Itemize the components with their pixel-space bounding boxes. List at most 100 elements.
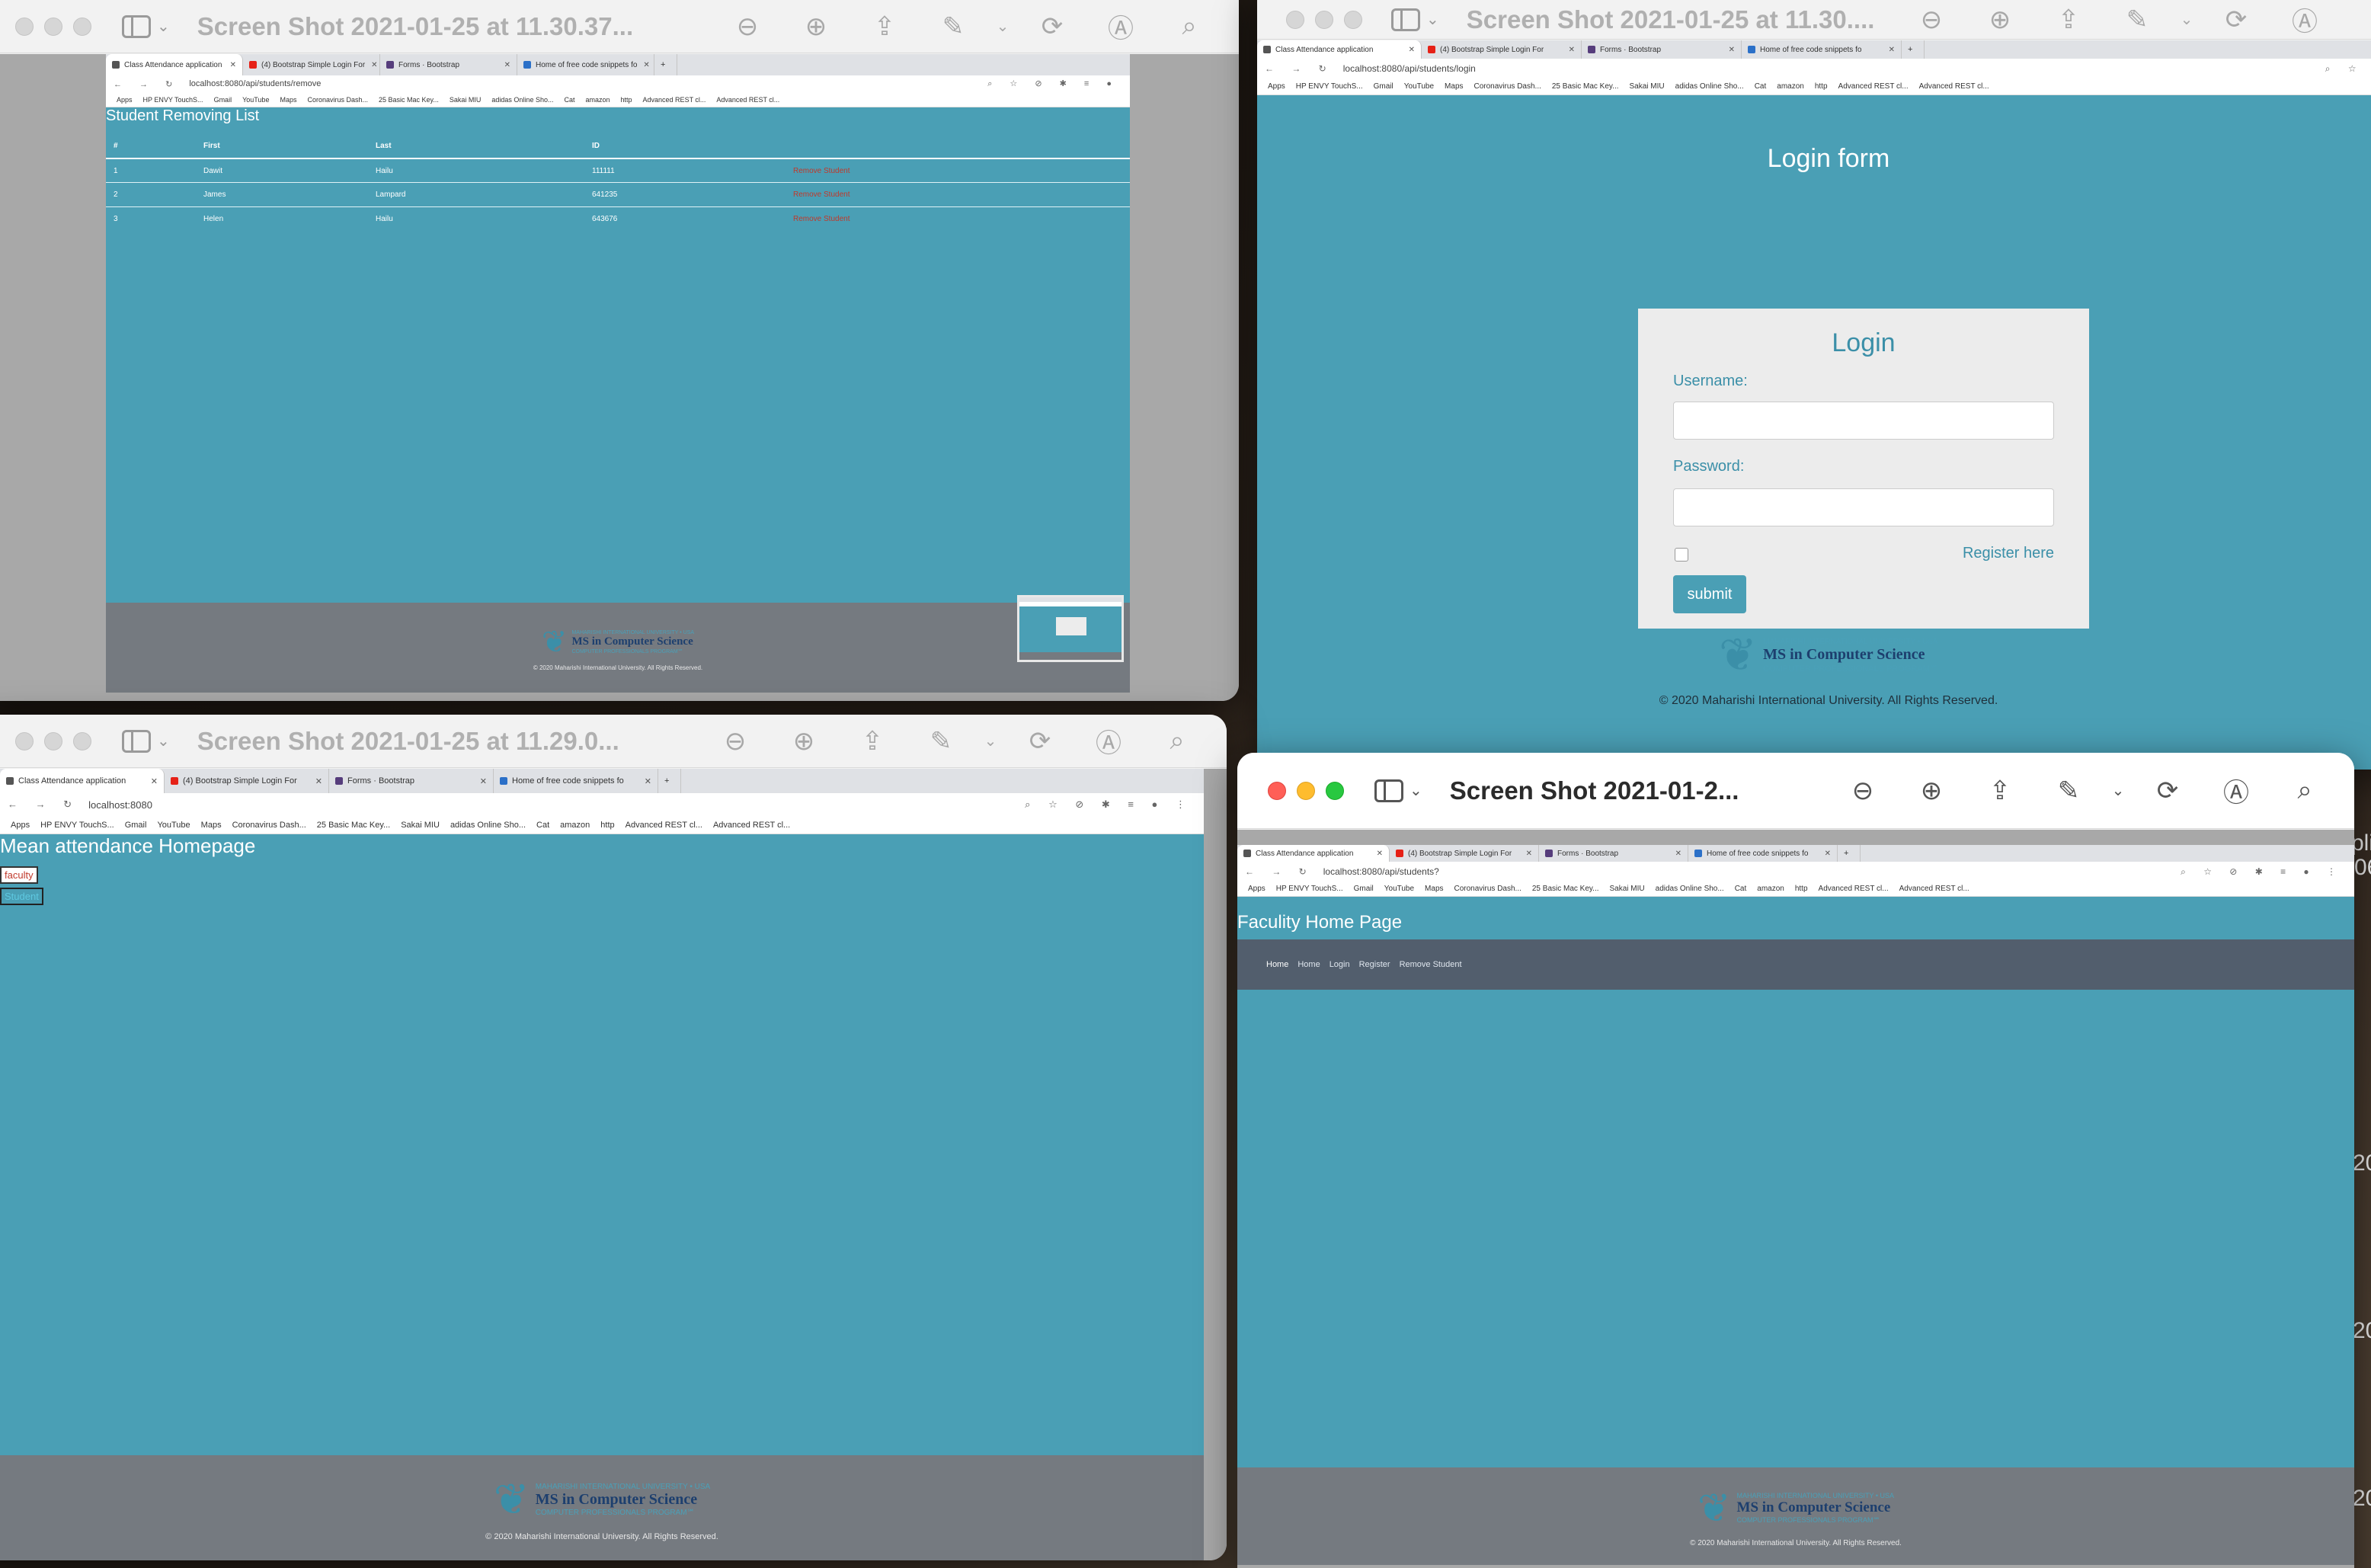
rotate-icon[interactable]: ⟳ <box>1006 722 1074 760</box>
remove-student-link[interactable]: Remove Student <box>793 215 850 223</box>
tab-code-snippets[interactable]: Home of free code snippets fo ✕ <box>517 54 654 75</box>
window-titlebar[interactable]: ⌄ Screen Shot 2021-01-25 at 11.30.37... … <box>0 0 1239 53</box>
bookmark[interactable]: http <box>1815 82 1828 91</box>
close-window-button[interactable] <box>1268 781 1286 800</box>
tab-class-attendance[interactable]: Class Attendance application ✕ <box>106 54 243 75</box>
nav-arrows-icon[interactable]: ← → ↻ <box>1265 63 1334 74</box>
window-titlebar[interactable]: ⌄ Screen Shot 2021-01-25 at 11.29.0... ⊖… <box>0 715 1227 768</box>
bookmark[interactable]: Coronavirus Dash... <box>1454 885 1521 893</box>
minimize-window-button[interactable] <box>44 731 62 750</box>
student-button[interactable]: Student <box>0 888 43 905</box>
chevron-down-icon[interactable]: ⌄ <box>1426 10 1439 29</box>
chevron-down-icon[interactable]: ⌄ <box>157 17 170 36</box>
chevron-down-icon[interactable]: ⌄ <box>1409 781 1422 800</box>
bookmark[interactable]: Cat <box>1735 885 1747 893</box>
chevron-down-icon[interactable]: ⌄ <box>975 722 1006 760</box>
url-field[interactable]: localhost:8080 <box>88 799 152 811</box>
tab-bootstrap-login[interactable]: (4) Bootstrap Simple Login For ✕ <box>165 769 329 793</box>
nav-arrows-icon[interactable]: ← → ↻ <box>1245 866 1314 877</box>
bookmark[interactable]: Cat <box>536 821 549 830</box>
minimize-window-button[interactable] <box>44 17 62 36</box>
bookmark[interactable]: Advanced REST cl... <box>1819 885 1889 893</box>
url-field[interactable]: localhost:8080/api/students/remove <box>189 79 321 88</box>
window-titlebar[interactable]: ⌄ Screen Shot 2021-01-25 at 11.30.... ⊖ … <box>1257 0 2371 40</box>
nav-arrows-icon[interactable]: ← → ↻ <box>8 798 79 811</box>
bookmark[interactable]: Advanced REST cl... <box>716 96 779 104</box>
zoom-in-icon[interactable]: ⊕ <box>1897 772 1966 810</box>
bookmark[interactable]: YouTube <box>1404 82 1434 91</box>
remove-student-link[interactable]: Remove Student <box>793 167 850 175</box>
pencil-icon[interactable]: ✎ <box>907 722 975 760</box>
bookmark[interactable]: 25 Basic Mac Key... <box>317 821 390 830</box>
close-tab-icon[interactable]: ✕ <box>1371 850 1383 858</box>
pencil-icon[interactable]: ✎ <box>2103 1 2171 39</box>
preview-window-login[interactable]: ⌄ Screen Shot 2021-01-25 at 11.30.... ⊖ … <box>1257 0 2371 770</box>
preview-window-faculty[interactable]: ⌄ Screen Shot 2021-01-2... ⊖ ⊕ ⇪ ✎ ⌄ ⟳ Ⓐ… <box>1237 753 2354 1568</box>
tab-code-snippets[interactable]: Home of free code snippets fo ✕ <box>1742 40 1902 59</box>
browser-actions-icon[interactable]: ⌕ ☆ ⊘ ✱ ≡ ● ⋮ <box>2181 866 2344 878</box>
close-window-button[interactable] <box>15 17 34 36</box>
remove-student-link[interactable]: Remove Student <box>793 190 850 199</box>
chevron-down-icon[interactable]: ⌄ <box>2103 772 2133 810</box>
preview-window-remove[interactable]: ⌄ Screen Shot 2021-01-25 at 11.30.37... … <box>0 0 1239 701</box>
zoom-in-icon[interactable]: ⊕ <box>782 8 850 46</box>
window-titlebar[interactable]: ⌄ Screen Shot 2021-01-2... ⊖ ⊕ ⇪ ✎ ⌄ ⟳ Ⓐ… <box>1237 753 2354 829</box>
nav-login[interactable]: Login <box>1329 960 1350 969</box>
close-window-button[interactable] <box>1286 10 1304 29</box>
browser-actions-icon[interactable]: ⌕ ☆ ⊘ <box>2325 63 2371 75</box>
pencil-icon[interactable]: ✎ <box>919 8 987 46</box>
bookmark[interactable]: Maps <box>280 96 296 104</box>
search-icon[interactable]: ⌕ <box>1155 8 1224 46</box>
pencil-icon[interactable]: ✎ <box>2034 772 2103 810</box>
share-icon[interactable]: ⇪ <box>850 8 919 46</box>
register-link[interactable]: Register here <box>1963 545 2054 562</box>
new-tab-button[interactable]: + <box>1838 845 1861 862</box>
rotate-icon[interactable]: ⟳ <box>2133 772 2202 810</box>
close-tab-icon[interactable]: ✕ <box>638 776 651 786</box>
close-tab-icon[interactable]: ✕ <box>498 61 510 69</box>
sidebar-toggle-icon[interactable] <box>122 729 151 753</box>
close-tab-icon[interactable]: ✕ <box>1669 850 1681 858</box>
bookmark[interactable]: Sakai MIU <box>1630 82 1665 91</box>
nav-brand-home[interactable]: Home <box>1266 960 1288 969</box>
tab-bootstrap-login[interactable]: (4) Bootstrap Simple Login For ✕ <box>1422 40 1582 59</box>
tab-class-attendance[interactable]: Class Attendance application ✕ <box>0 769 165 793</box>
zoom-window-button[interactable] <box>1326 781 1344 800</box>
username-input[interactable] <box>1673 402 2054 440</box>
close-tab-icon[interactable]: ✕ <box>224 61 236 69</box>
close-tab-icon[interactable]: ✕ <box>474 776 487 786</box>
close-tab-icon[interactable]: ✕ <box>637 61 649 69</box>
tab-forms-bootstrap[interactable]: Forms · Bootstrap ✕ <box>329 769 494 793</box>
url-field[interactable]: localhost:8080/api/students/login <box>1343 63 1476 74</box>
bookmark[interactable]: 25 Basic Mac Key... <box>1552 82 1619 91</box>
address-bar[interactable]: ← → ↻ localhost:8080/api/students/login … <box>1257 59 2371 78</box>
zoom-out-icon[interactable]: ⊖ <box>701 722 770 760</box>
share-icon[interactable]: ⇪ <box>2034 1 2103 39</box>
bookmark[interactable]: Gmail <box>1374 82 1393 91</box>
close-tab-icon[interactable]: ✕ <box>1723 46 1735 54</box>
bookmark[interactable]: Advanced REST cl... <box>626 821 702 830</box>
screenshot-thumbnail[interactable] <box>1017 595 1124 662</box>
bookmark[interactable]: 25 Basic Mac Key... <box>1532 885 1599 893</box>
bookmark[interactable]: Advanced REST cl... <box>643 96 706 104</box>
address-bar[interactable]: ← → ↻ localhost:8080/api/students/remove… <box>106 75 1130 92</box>
close-window-button[interactable] <box>15 731 34 750</box>
close-tab-icon[interactable]: ✕ <box>1403 46 1415 54</box>
bookmark[interactable]: Sakai MIU <box>1610 885 1645 893</box>
bookmark[interactable]: Advanced REST cl... <box>1838 82 1909 91</box>
bookmark[interactable]: Apps <box>117 96 133 104</box>
bookmark[interactable]: adidas Online Sho... <box>491 96 553 104</box>
bookmark[interactable]: HP ENVY TouchS... <box>1276 885 1343 893</box>
close-tab-icon[interactable]: ✕ <box>309 776 322 786</box>
zoom-window-button[interactable] <box>1344 10 1362 29</box>
minimize-window-button[interactable] <box>1297 781 1315 800</box>
bookmark[interactable]: adidas Online Sho... <box>1675 82 1744 91</box>
bookmark[interactable]: Cat <box>564 96 574 104</box>
zoom-in-icon[interactable]: ⊕ <box>770 722 838 760</box>
bookmark[interactable]: HP ENVY TouchS... <box>143 96 203 104</box>
preview-window-home[interactable]: ⌄ Screen Shot 2021-01-25 at 11.29.0... ⊖… <box>0 715 1227 1560</box>
bookmark[interactable]: Advanced REST cl... <box>1919 82 1989 91</box>
bookmark[interactable]: Coronavirus Dash... <box>232 821 306 830</box>
sidebar-toggle-icon[interactable] <box>1391 8 1420 31</box>
bookmark[interactable]: HP ENVY TouchS... <box>1296 82 1363 91</box>
